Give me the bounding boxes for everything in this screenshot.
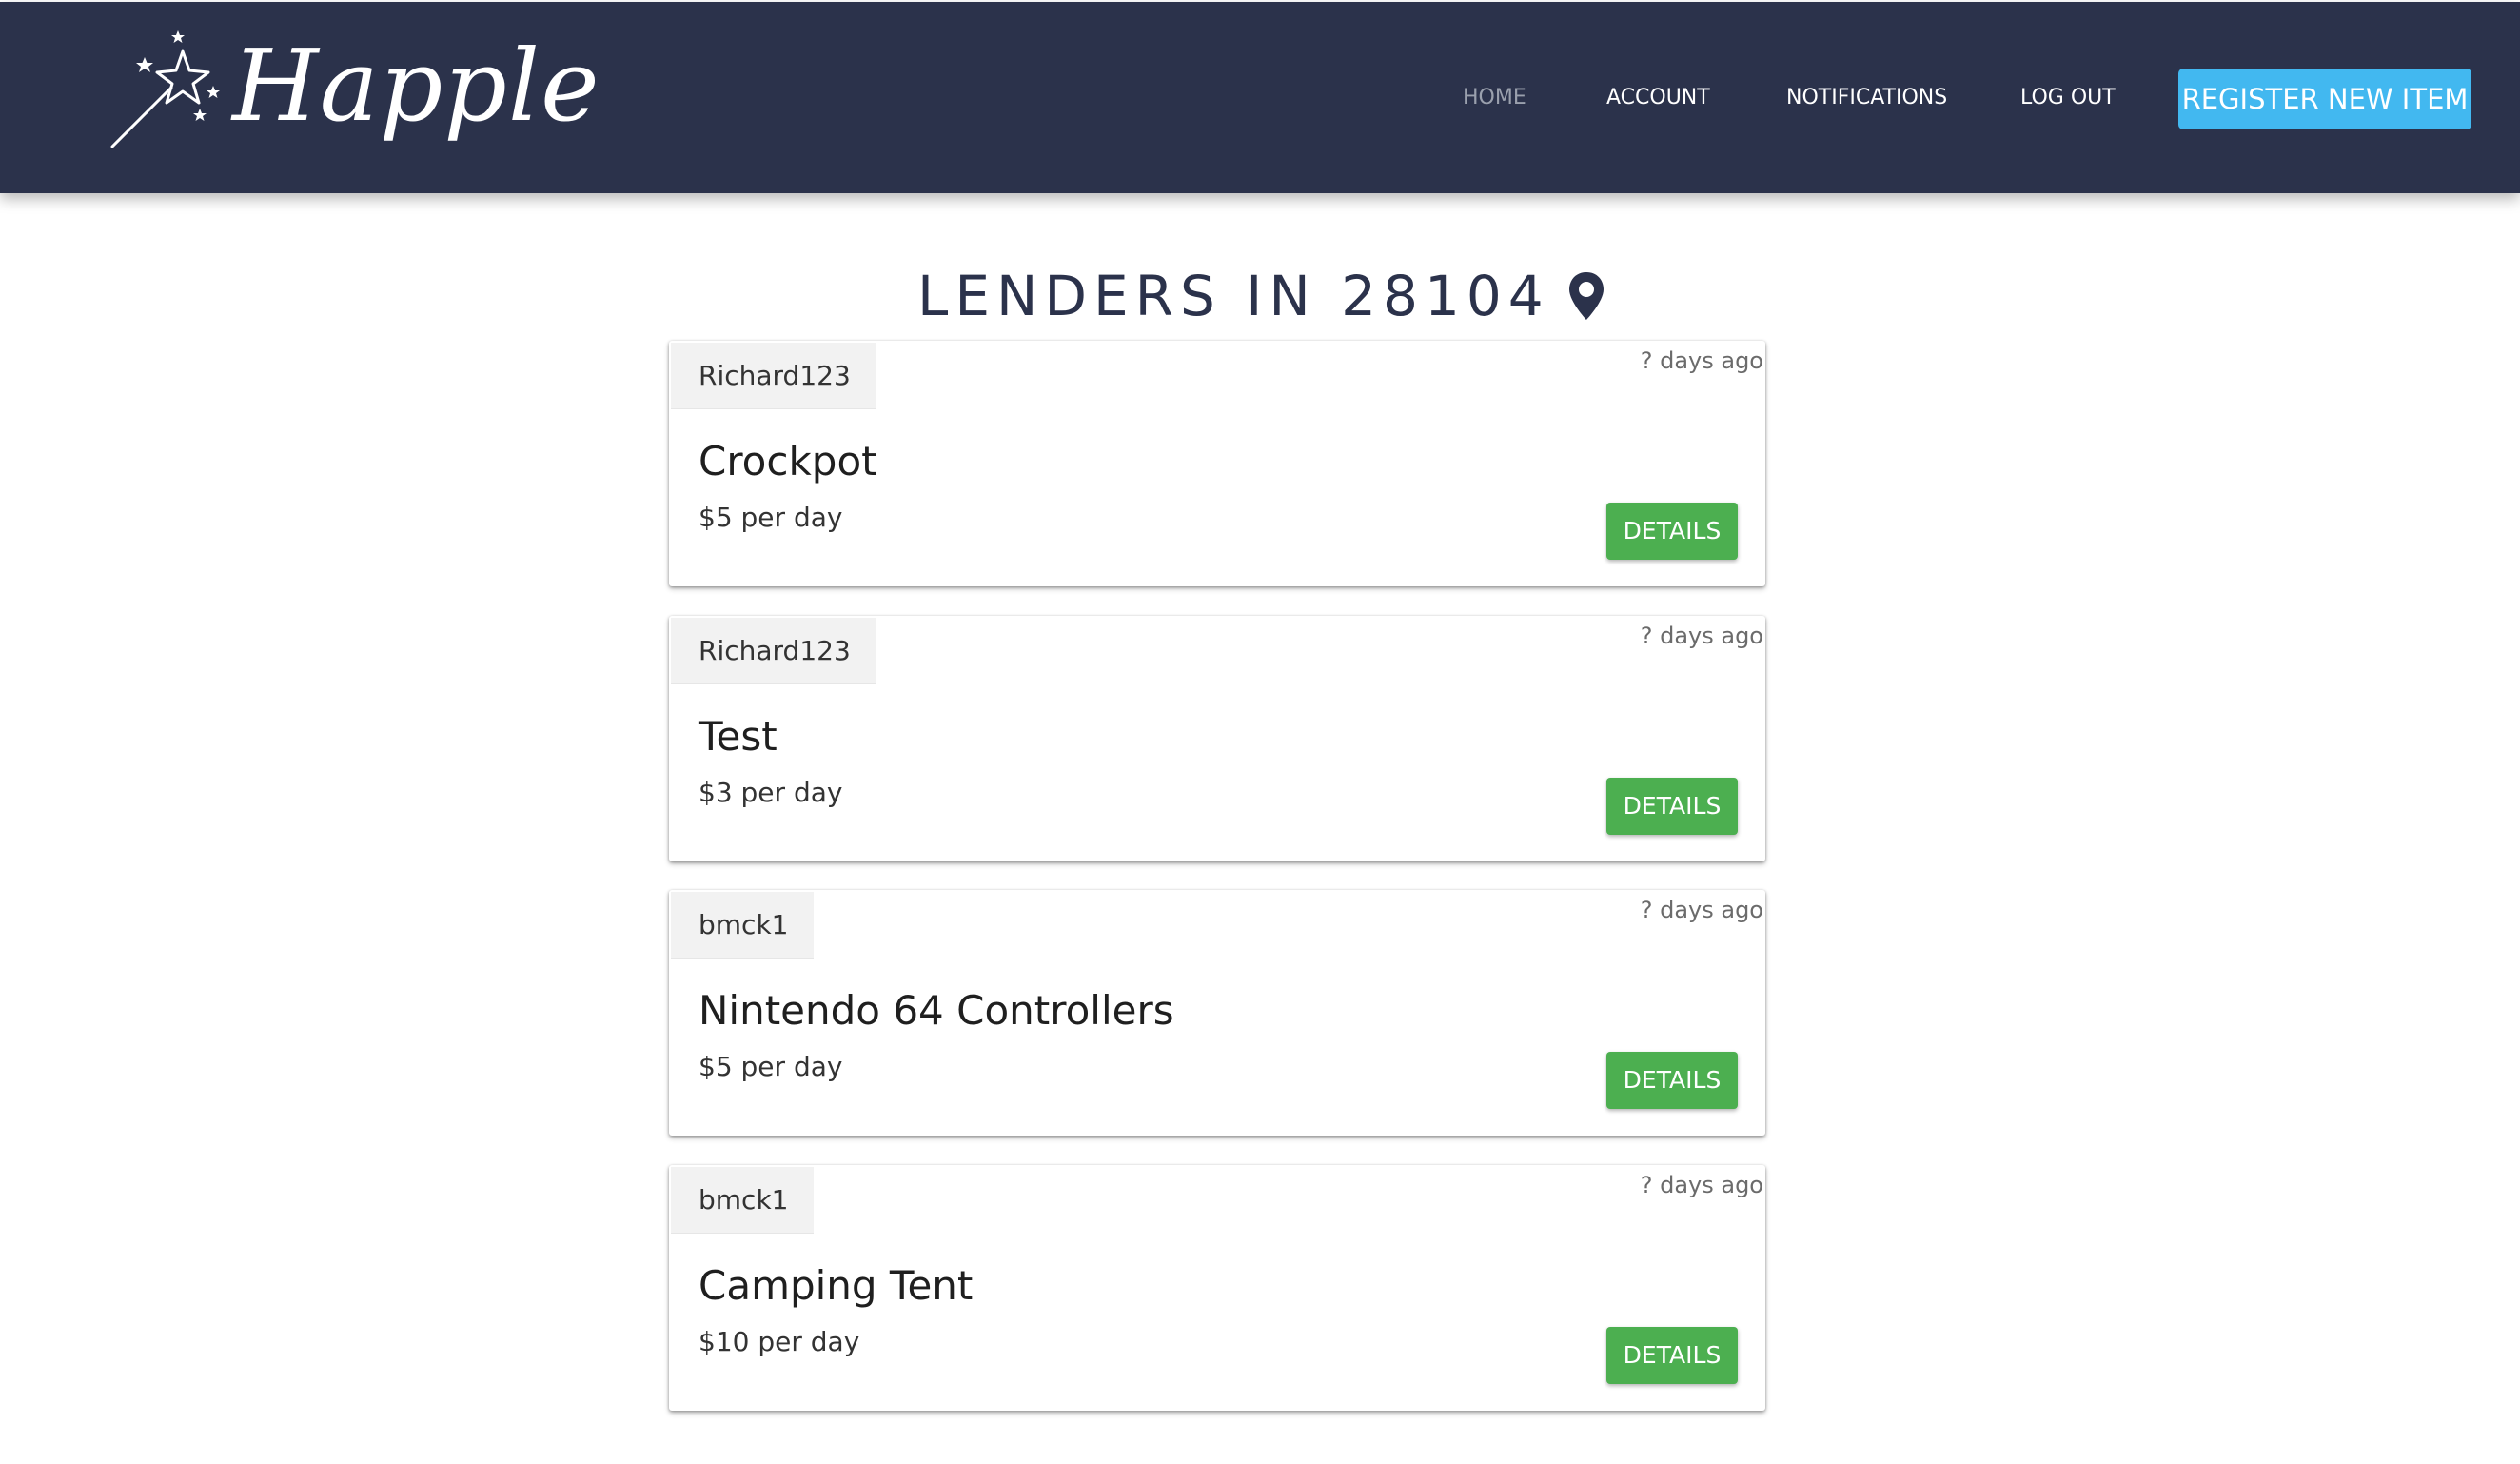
page-title: LENDERS IN 28104 [917, 263, 1605, 329]
details-button[interactable]: DETAILS [1606, 778, 1738, 835]
details-button[interactable]: DETAILS [1606, 503, 1738, 560]
map-pin-icon [1568, 272, 1604, 320]
nav-home[interactable]: HOME [1463, 84, 1526, 112]
listing-card: Richard123 ? days ago Test $3 per day DE… [669, 616, 1765, 861]
page-title-text: LENDERS IN 28104 [917, 264, 1550, 328]
lender-name: bmck1 [671, 1167, 815, 1234]
posted-time: ? days ago [1640, 897, 1763, 923]
details-button[interactable]: DETAILS [1606, 1327, 1738, 1384]
item-name: Crockpot [699, 438, 877, 485]
posted-time: ? days ago [1640, 623, 1763, 649]
listing-card: Richard123 ? days ago Crockpot $5 per da… [669, 341, 1765, 586]
posted-time: ? days ago [1640, 1172, 1763, 1198]
item-name: Camping Tent [699, 1262, 974, 1309]
item-price: $5 per day [699, 502, 843, 533]
magic-wand-icon [110, 30, 220, 148]
nav-logout[interactable]: LOG OUT [2020, 84, 2116, 112]
nav-notifications[interactable]: NOTIFICATIONS [1786, 84, 1947, 112]
happle-logo[interactable]: Happle [107, 28, 600, 171]
item-price: $5 per day [699, 1051, 843, 1082]
details-button[interactable]: DETAILS [1606, 1052, 1738, 1109]
posted-time: ? days ago [1640, 347, 1763, 374]
lender-name: Richard123 [671, 343, 876, 409]
listing-card: bmck1 ? days ago Camping Tent $10 per da… [669, 1165, 1765, 1411]
register-new-item-button[interactable]: REGISTER NEW ITEM [2178, 69, 2471, 129]
lender-name: bmck1 [671, 892, 815, 959]
listing-card: bmck1 ? days ago Nintendo 64 Controllers… [669, 890, 1765, 1136]
nav-account[interactable]: ACCOUNT [1606, 84, 1710, 112]
top-navbar: Happle HOME ACCOUNT NOTIFICATIONS LOG OU… [0, 2, 2520, 193]
logo-text: Happle [232, 28, 600, 144]
lender-name: Richard123 [671, 618, 876, 684]
item-price: $3 per day [699, 777, 843, 808]
item-name: Test [699, 713, 778, 760]
item-name: Nintendo 64 Controllers [699, 987, 1174, 1034]
item-price: $10 per day [699, 1326, 860, 1357]
